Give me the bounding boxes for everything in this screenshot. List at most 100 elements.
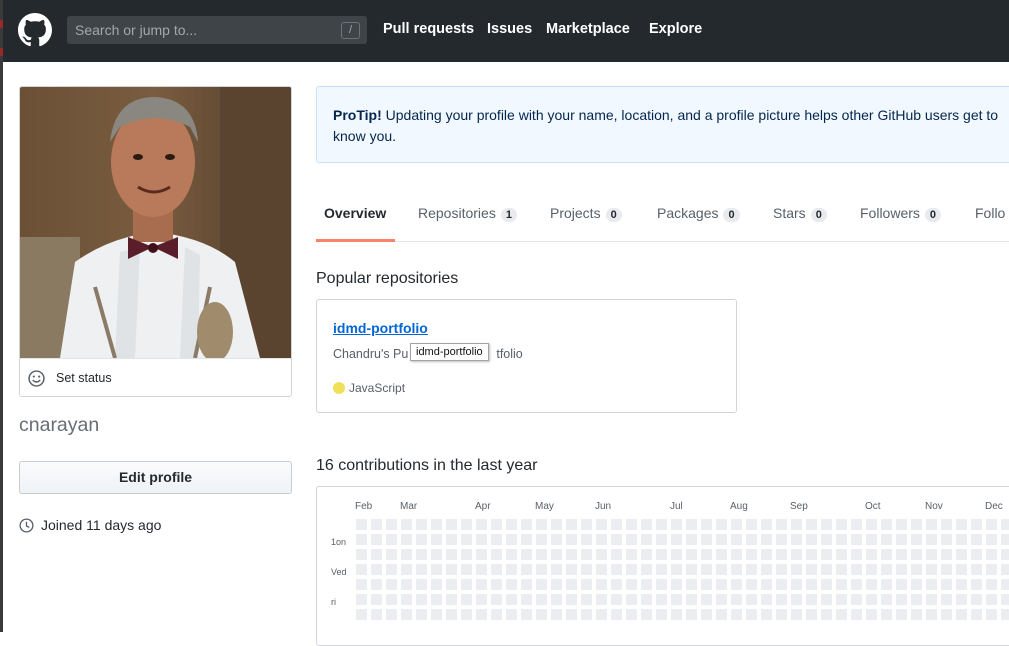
contribution-day-cell[interactable] [446, 609, 457, 620]
contribution-day-cell[interactable] [686, 549, 697, 560]
nav-explore[interactable]: Explore [649, 21, 702, 37]
contribution-day-cell[interactable] [521, 579, 532, 590]
contribution-day-cell[interactable] [911, 579, 922, 590]
contribution-day-cell[interactable] [596, 564, 607, 575]
contribution-day-cell[interactable] [941, 549, 952, 560]
contribution-day-cell[interactable] [416, 579, 427, 590]
contribution-day-cell[interactable] [431, 519, 442, 530]
contribution-day-cell[interactable] [926, 549, 937, 560]
contribution-day-cell[interactable] [641, 549, 652, 560]
contribution-day-cell[interactable] [656, 564, 667, 575]
contribution-day-cell[interactable] [851, 594, 862, 605]
contribution-day-cell[interactable] [836, 594, 847, 605]
contribution-day-cell[interactable] [671, 534, 682, 545]
contribution-day-cell[interactable] [491, 609, 502, 620]
contribution-day-cell[interactable] [551, 534, 562, 545]
contribution-day-cell[interactable] [686, 564, 697, 575]
contribution-day-cell[interactable] [791, 549, 802, 560]
contribution-day-cell[interactable] [731, 534, 742, 545]
contribution-day-cell[interactable] [1001, 519, 1009, 530]
contribution-day-cell[interactable] [836, 549, 847, 560]
contribution-day-cell[interactable] [446, 564, 457, 575]
contribution-day-cell[interactable] [911, 549, 922, 560]
contribution-day-cell[interactable] [356, 609, 367, 620]
contribution-day-cell[interactable] [701, 609, 712, 620]
contribution-day-cell[interactable] [941, 609, 952, 620]
contribution-day-cell[interactable] [806, 609, 817, 620]
contribution-day-cell[interactable] [461, 609, 472, 620]
contribution-day-cell[interactable] [686, 534, 697, 545]
contribution-day-cell[interactable] [956, 564, 967, 575]
contribution-day-cell[interactable] [476, 579, 487, 590]
contribution-day-cell[interactable] [1001, 579, 1009, 590]
contribution-day-cell[interactable] [356, 534, 367, 545]
contribution-day-cell[interactable] [371, 609, 382, 620]
contribution-day-cell[interactable] [926, 519, 937, 530]
contribution-day-cell[interactable] [896, 534, 907, 545]
contribution-day-cell[interactable] [536, 534, 547, 545]
contribution-day-cell[interactable] [476, 609, 487, 620]
contribution-day-cell[interactable] [836, 519, 847, 530]
contribution-day-cell[interactable] [746, 549, 757, 560]
contribution-day-cell[interactable] [896, 564, 907, 575]
contribution-day-cell[interactable] [671, 609, 682, 620]
contribution-day-cell[interactable] [776, 519, 787, 530]
contribution-day-cell[interactable] [416, 534, 427, 545]
contribution-day-cell[interactable] [671, 549, 682, 560]
contribution-day-cell[interactable] [431, 534, 442, 545]
edit-profile-button[interactable]: Edit profile [19, 461, 292, 494]
contribution-day-cell[interactable] [386, 609, 397, 620]
contribution-day-cell[interactable] [581, 519, 592, 530]
contribution-day-cell[interactable] [866, 534, 877, 545]
contribution-day-cell[interactable] [791, 579, 802, 590]
contribution-day-cell[interactable] [746, 594, 757, 605]
contribution-day-cell[interactable] [596, 594, 607, 605]
contribution-day-cell[interactable] [446, 594, 457, 605]
contribution-day-cell[interactable] [431, 609, 442, 620]
contribution-day-cell[interactable] [716, 549, 727, 560]
contribution-day-cell[interactable] [821, 609, 832, 620]
contribution-day-cell[interactable] [626, 594, 637, 605]
contribution-day-cell[interactable] [701, 564, 712, 575]
contribution-day-cell[interactable] [611, 594, 622, 605]
contribution-day-cell[interactable] [641, 579, 652, 590]
contribution-day-cell[interactable] [731, 579, 742, 590]
contribution-day-cell[interactable] [866, 549, 877, 560]
contribution-day-cell[interactable] [581, 609, 592, 620]
contribution-day-cell[interactable] [461, 594, 472, 605]
contribution-day-cell[interactable] [656, 594, 667, 605]
contribution-day-cell[interactable] [476, 594, 487, 605]
contribution-day-cell[interactable] [881, 594, 892, 605]
contribution-day-cell[interactable] [461, 549, 472, 560]
contribution-day-cell[interactable] [491, 594, 502, 605]
contribution-day-cell[interactable] [926, 609, 937, 620]
contribution-day-cell[interactable] [581, 564, 592, 575]
contribution-day-cell[interactable] [371, 549, 382, 560]
contribution-day-cell[interactable] [716, 519, 727, 530]
contribution-day-cell[interactable] [356, 579, 367, 590]
contribution-day-cell[interactable] [761, 609, 772, 620]
contribution-day-cell[interactable] [521, 594, 532, 605]
contribution-day-cell[interactable] [671, 519, 682, 530]
contribution-day-cell[interactable] [881, 549, 892, 560]
contribution-day-cell[interactable] [416, 594, 427, 605]
contribution-day-cell[interactable] [626, 549, 637, 560]
tab-stars[interactable]: Stars 0 [773, 205, 827, 222]
contribution-day-cell[interactable] [761, 549, 772, 560]
tab-followers[interactable]: Followers 0 [860, 205, 942, 222]
contribution-day-cell[interactable] [731, 609, 742, 620]
contribution-day-cell[interactable] [761, 564, 772, 575]
contribution-day-cell[interactable] [671, 594, 682, 605]
contribution-day-cell[interactable] [896, 519, 907, 530]
contribution-day-cell[interactable] [401, 564, 412, 575]
contribution-day-cell[interactable] [986, 564, 997, 575]
contribution-day-cell[interactable] [401, 519, 412, 530]
contribution-day-cell[interactable] [956, 609, 967, 620]
contribution-day-cell[interactable] [461, 519, 472, 530]
contribution-day-cell[interactable] [1001, 609, 1009, 620]
contribution-day-cell[interactable] [566, 594, 577, 605]
contribution-day-cell[interactable] [461, 564, 472, 575]
contribution-day-cell[interactable] [401, 534, 412, 545]
contribution-day-cell[interactable] [551, 564, 562, 575]
contribution-day-cell[interactable] [851, 564, 862, 575]
